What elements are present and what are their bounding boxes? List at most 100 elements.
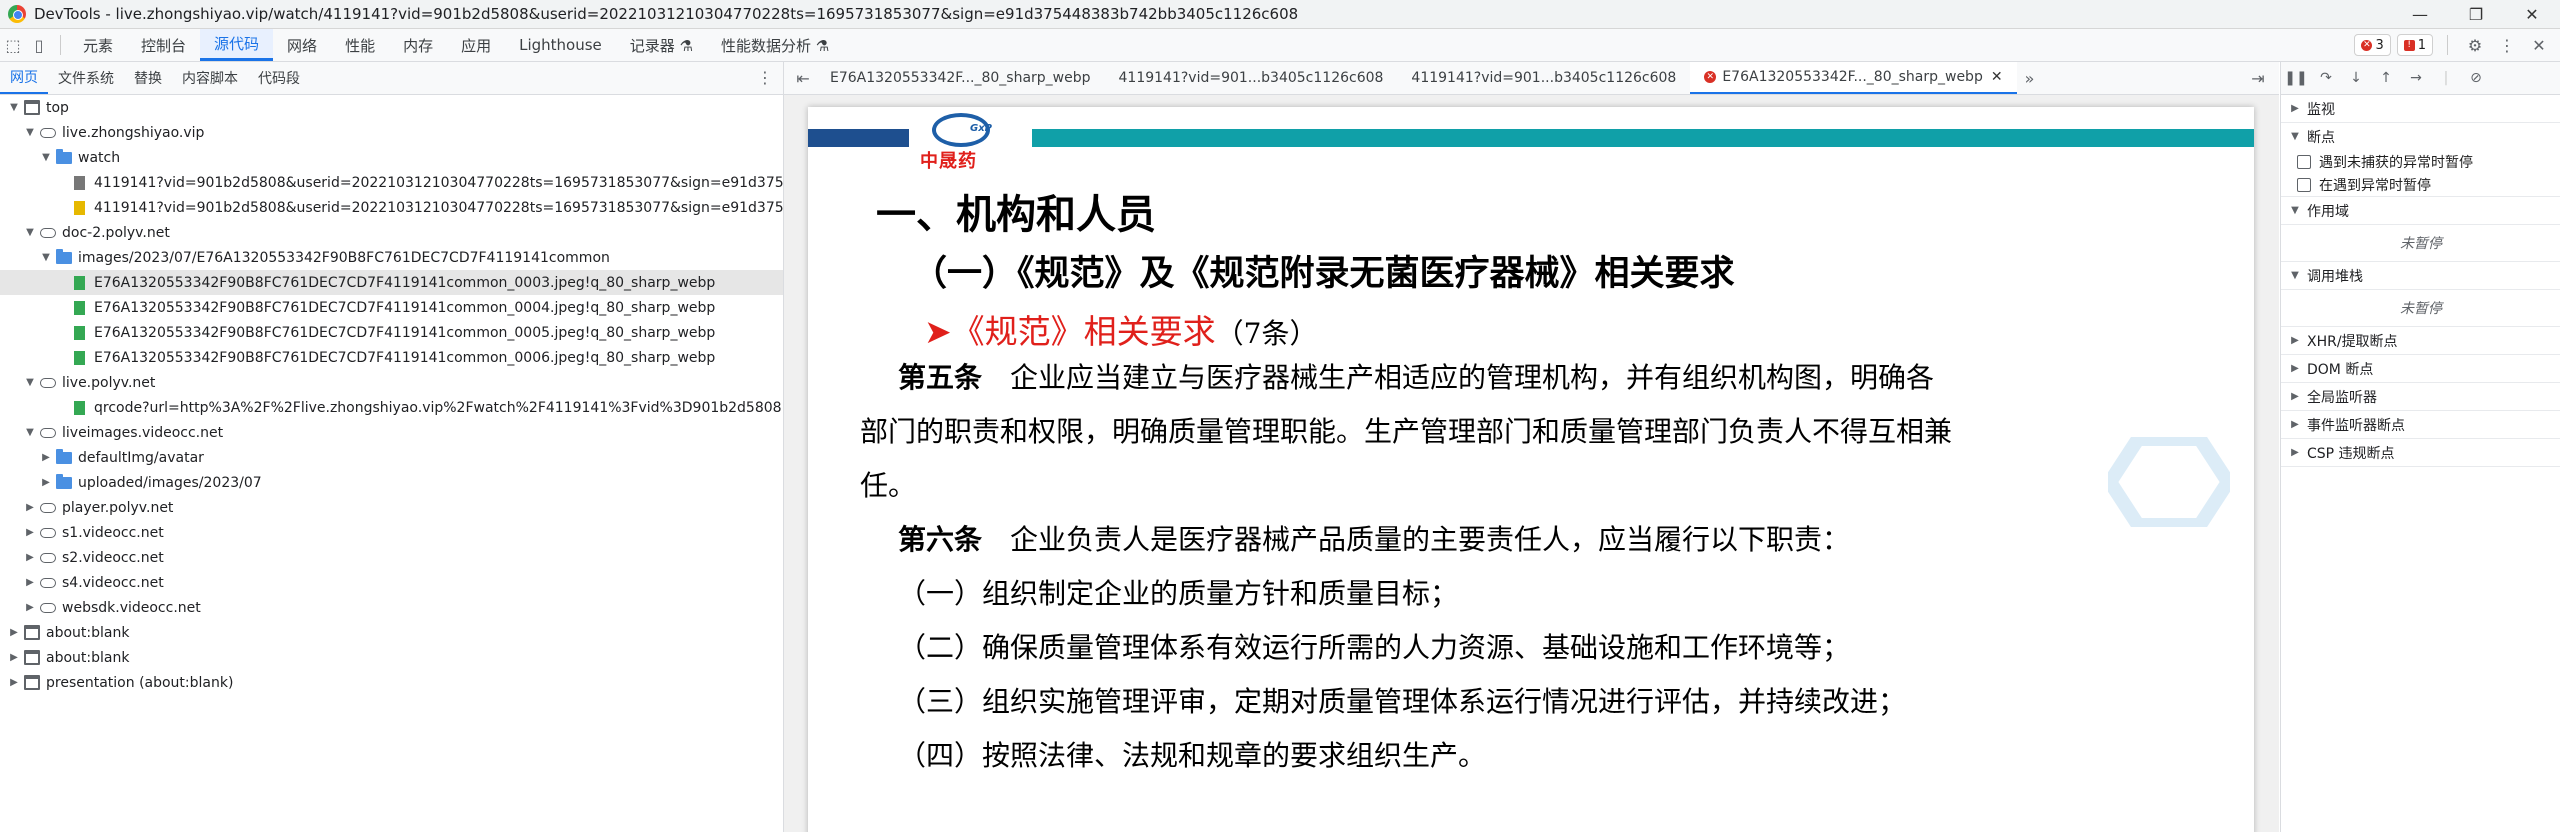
section-csp-breakpoints[interactable]: ▶ CSP 违规断点 <box>2281 439 2560 467</box>
pause-caught-checkbox[interactable]: 在遇到异常时暂停 <box>2281 173 2560 197</box>
tree-item[interactable]: ▶ presentation (about:blank) <box>0 670 783 695</box>
tree-item[interactable]: ▼ live.polyv.net <box>0 370 783 395</box>
close-tab-icon[interactable]: ✕ <box>1991 69 2003 85</box>
tree-item[interactable]: ▼ images/2023/07/E76A1320553342F90B8FC761… <box>0 245 783 270</box>
section-global-listeners[interactable]: ▶ 全局监听器 <box>2281 383 2560 411</box>
pause-uncaught-checkbox[interactable]: 遇到未捕获的异常时暂停 <box>2281 150 2560 173</box>
step-into-icon[interactable]: ↓ <box>2341 70 2371 86</box>
inspect-element-icon[interactable]: ⬚ <box>0 32 26 58</box>
tree-item[interactable]: ▼ doc-2.polyv.net <box>0 220 783 245</box>
minimize-icon[interactable]: — <box>2392 0 2448 28</box>
expanded-arrow-icon[interactable]: ▼ <box>24 227 36 238</box>
pause-icon[interactable]: ❚❚ <box>2281 70 2311 86</box>
collapsed-arrow-icon[interactable]: ▶ <box>40 452 52 463</box>
tree-item[interactable]: E76A1320553342F90B8FC761DEC7CD7F4119141c… <box>0 320 783 345</box>
file-tab[interactable]: 4119141?vid=901...b3405c1126c608 <box>1105 62 1398 94</box>
tree-item[interactable]: ▶ uploaded/images/2023/07 <box>0 470 783 495</box>
restore-icon[interactable]: ❐ <box>2448 0 2504 28</box>
collapsed-arrow-icon[interactable]: ▶ <box>24 527 36 538</box>
collapsed-arrow-icon[interactable]: ▶ <box>24 552 36 563</box>
deactivate-breakpoints-icon[interactable]: ⊘ <box>2461 70 2491 86</box>
tree-item[interactable]: E76A1320553342F90B8FC761DEC7CD7F4119141c… <box>0 345 783 370</box>
file-tab[interactable]: 4119141?vid=901...b3405c1126c608 <box>1397 62 1690 94</box>
more-tabs-icon[interactable]: » <box>2017 65 2043 91</box>
expanded-arrow-icon[interactable]: ▼ <box>40 152 52 163</box>
tree-item[interactable]: 4119141?vid=901b2d5808&userid=2022103121… <box>0 195 783 220</box>
collapsed-arrow-icon[interactable]: ▶ <box>40 477 52 488</box>
tree-item[interactable]: ▶ defaultImg/avatar <box>0 445 783 470</box>
toggle-debugger-icon[interactable]: ⇥ <box>2245 65 2271 91</box>
step-icon[interactable]: → <box>2401 70 2431 86</box>
tree-item[interactable]: ▶ about:blank <box>0 645 783 670</box>
tree-item[interactable]: ▼ watch <box>0 145 783 170</box>
tree-item[interactable]: qrcode?url=http%3A%2F%2Flive.zhongshiyao… <box>0 395 783 420</box>
close-icon[interactable]: ✕ <box>2504 0 2560 28</box>
panel-tab[interactable]: 记录器 ⚗ <box>616 29 707 61</box>
panel-tab[interactable]: 网络 <box>273 29 331 61</box>
tree-item[interactable]: ▼ live.zhongshiyao.vip <box>0 120 783 145</box>
tree-item[interactable]: ▶ about:blank <box>0 620 783 645</box>
expanded-arrow-icon[interactable]: ▼ <box>24 127 36 138</box>
checkbox-icon[interactable] <box>2297 177 2311 192</box>
settings-gear-icon[interactable]: ⚙ <box>2462 32 2488 58</box>
section-scope[interactable]: ▼ 作用域 <box>2281 197 2560 225</box>
collapsed-arrow-icon: ▶ <box>2291 103 2299 114</box>
tree-item-label: live.polyv.net <box>62 374 156 391</box>
expanded-arrow-icon[interactable]: ▼ <box>40 252 52 263</box>
issues-count-badge[interactable]: ! 1 <box>2396 34 2433 56</box>
more-options-icon[interactable]: ⋮ <box>2494 32 2520 58</box>
section-event-listener-breakpoints[interactable]: ▶ 事件监听器断点 <box>2281 411 2560 439</box>
tree-item[interactable]: ▶ s4.videocc.net <box>0 570 783 595</box>
navigator-tab[interactable]: 内容脚本 <box>172 62 248 94</box>
tree-item[interactable]: E76A1320553342F90B8FC761DEC7CD7F4119141c… <box>0 295 783 320</box>
section-watch[interactable]: ▶ 监视 <box>2281 95 2560 123</box>
expanded-arrow-icon[interactable]: ▼ <box>8 102 20 113</box>
file-tab[interactable]: E76A1320553342F..._80_sharp_webp <box>816 62 1105 94</box>
panel-tab[interactable]: 性能数据分析 ⚗ <box>707 29 843 61</box>
collapsed-arrow-icon[interactable]: ▶ <box>24 577 36 588</box>
expanded-arrow-icon[interactable]: ▼ <box>24 377 36 388</box>
panel-tab[interactable]: 控制台 <box>127 29 200 61</box>
expanded-arrow-icon[interactable]: ▼ <box>24 427 36 438</box>
step-over-icon[interactable]: ↷ <box>2311 70 2341 86</box>
step-out-icon[interactable]: ↑ <box>2371 70 2401 86</box>
toggle-navigator-icon[interactable]: ⇤ <box>790 65 816 91</box>
window-title: DevTools - live.zhongshiyao.vip/watch/41… <box>34 5 1299 23</box>
tree-item[interactable]: ▶ s2.videocc.net <box>0 545 783 570</box>
section-dom-breakpoints[interactable]: ▶ DOM 断点 <box>2281 355 2560 383</box>
close-devtools-icon[interactable]: ✕ <box>2526 32 2552 58</box>
navigator-tab[interactable]: 文件系统 <box>48 62 124 94</box>
devtools-toolbar: ⬚ ▯ 元素 控制台 源代码 网络 性能 内存 应用 Lighthouse 记录器 ⚗ 性能数据分… <box>0 29 2560 62</box>
panel-tab[interactable]: 元素 <box>69 29 127 61</box>
panel-tab[interactable]: 性能 <box>331 29 389 61</box>
tree-item[interactable]: E76A1320553342F90B8FC761DEC7CD7F4119141c… <box>0 270 783 295</box>
navigator-tab[interactable]: 代码段 <box>248 62 310 94</box>
collapsed-arrow-icon[interactable]: ▶ <box>24 502 36 513</box>
section-callstack[interactable]: ▼ 调用堆栈 <box>2281 262 2560 290</box>
error-count-badge[interactable]: ✕ 3 <box>2354 34 2391 56</box>
file-tab[interactable]: ✕ E76A1320553342F..._80_sharp_webp ✕ <box>1690 62 2017 94</box>
tree-item[interactable]: ▶ player.polyv.net <box>0 495 783 520</box>
panel-tab[interactable]: 源代码 <box>200 29 274 61</box>
navigator-menu-icon[interactable]: ⋮ <box>757 68 773 87</box>
tree-item[interactable]: 4119141?vid=901b2d5808&userid=2022103121… <box>0 170 783 195</box>
collapsed-arrow-icon[interactable]: ▶ <box>8 677 20 688</box>
tree-item[interactable]: ▼ top <box>0 95 783 120</box>
device-toolbar-icon[interactable]: ▯ <box>26 32 52 58</box>
navigator-tab[interactable]: 网页 <box>0 62 48 94</box>
checkbox-icon[interactable] <box>2297 154 2311 169</box>
navigator-tab[interactable]: 替换 <box>124 62 172 94</box>
tree-item[interactable]: ▼ liveimages.videocc.net <box>0 420 783 445</box>
file-tabs: ⇤ E76A1320553342F..._80_sharp_webp 411914… <box>784 62 2279 95</box>
tree-item[interactable]: ▶ s1.videocc.net <box>0 520 783 545</box>
tree-item[interactable]: ▶ websdk.videocc.net <box>0 595 783 620</box>
tree-item-label: qrcode?url=http%3A%2F%2Flive.zhongshiyao… <box>94 399 782 416</box>
section-breakpoints[interactable]: ▼ 断点 <box>2281 123 2560 150</box>
panel-tab[interactable]: 内存 <box>389 29 447 61</box>
collapsed-arrow-icon[interactable]: ▶ <box>8 627 20 638</box>
collapsed-arrow-icon[interactable]: ▶ <box>8 652 20 663</box>
panel-tab[interactable]: 应用 <box>447 29 505 61</box>
collapsed-arrow-icon[interactable]: ▶ <box>24 602 36 613</box>
panel-tab[interactable]: Lighthouse <box>505 29 616 61</box>
section-xhr-breakpoints[interactable]: ▶ XHR/提取断点 <box>2281 327 2560 355</box>
